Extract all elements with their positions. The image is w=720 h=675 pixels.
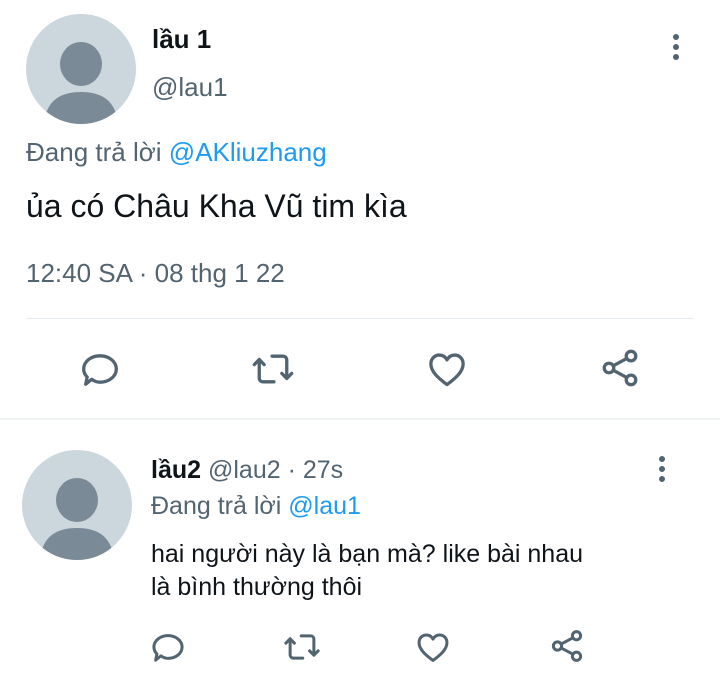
retweet-icon[interactable] — [281, 628, 323, 666]
reply-tweet-avatar[interactable] — [22, 450, 132, 560]
main-tweet-divider — [26, 318, 694, 319]
reply-tweet-age[interactable]: · 27s — [288, 456, 344, 484]
reply-tweet-header: lầu2 @lau2 · 27s — [151, 456, 343, 485]
reply-tweet-text-line-1: hai người này là bạn mà? like bài nhau — [151, 540, 584, 568]
main-tweet-timestamp[interactable]: 12:40 SA · 08 thg 1 22 — [26, 258, 285, 289]
replying-prefix: Đang trả lời — [151, 492, 282, 520]
default-profile-icon — [40, 478, 114, 560]
like-icon[interactable] — [414, 628, 452, 666]
reply-tweet-replying-line: Đang trả lời @lau1 — [151, 492, 361, 521]
reply-icon[interactable] — [149, 628, 187, 666]
main-tweet-display-name[interactable]: lầu 1 — [152, 24, 211, 55]
share-icon[interactable] — [548, 627, 586, 665]
main-tweet-handle[interactable]: @lau1 — [152, 72, 228, 103]
main-tweet-text: ủa có Châu Kha Vũ tim kìa — [26, 188, 407, 224]
reply-tweet-text-line-2: là bình thường thôi — [151, 573, 363, 601]
share-icon[interactable] — [598, 346, 642, 390]
more-vertical-icon[interactable] — [666, 30, 686, 70]
main-tweet-replying-line: Đang trả lời @AKliuzhang — [26, 137, 327, 168]
more-vertical-icon[interactable] — [652, 452, 672, 492]
replying-prefix: Đang trả lời — [26, 137, 162, 167]
default-profile-icon — [44, 42, 118, 124]
main-tweet-avatar[interactable] — [26, 14, 136, 124]
replying-to-link[interactable]: @lau1 — [288, 492, 361, 520]
retweet-icon[interactable] — [249, 347, 297, 391]
reply-tweet-handle[interactable]: @lau2 — [208, 456, 281, 484]
reply-icon[interactable] — [78, 347, 122, 391]
reply-tweet-display-name[interactable]: lầu2 — [151, 456, 201, 484]
tweet-separator — [0, 418, 720, 420]
replying-to-link[interactable]: @AKliuzhang — [169, 137, 327, 167]
like-icon[interactable] — [425, 347, 469, 391]
